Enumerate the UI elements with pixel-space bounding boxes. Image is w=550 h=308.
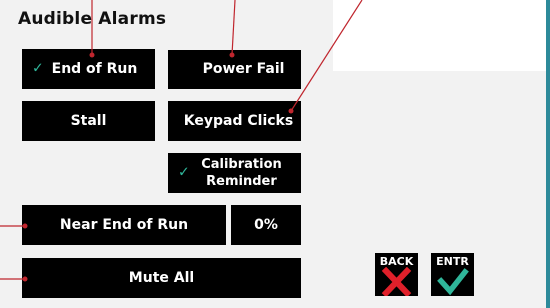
- callout-keypad-clicks-dot: [288, 108, 294, 114]
- callout-power-fail-dot: [229, 52, 235, 58]
- callout-lines: [0, 0, 363, 282]
- callout-mute-all-dot: [22, 276, 28, 282]
- callout-power-fail: [231, 0, 236, 56]
- callout-end-of-run-dot: [89, 52, 95, 58]
- callout-near-end-dot: [22, 223, 28, 229]
- callout-keypad-clicks: [290, 0, 363, 112]
